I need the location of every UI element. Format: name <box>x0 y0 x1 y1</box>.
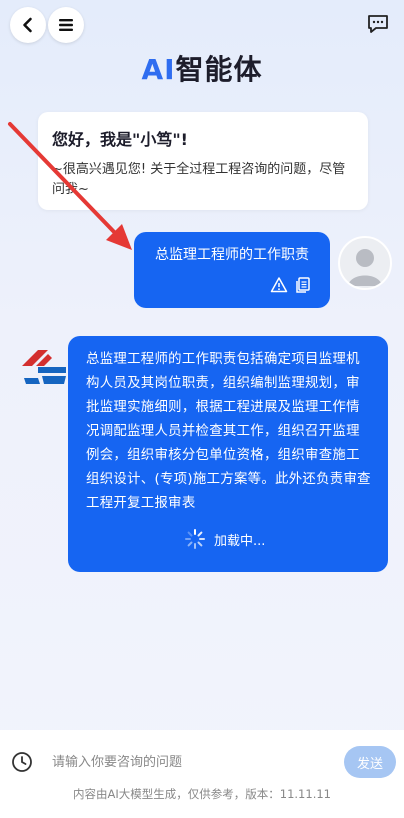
greeting-title: 您好，我是"小笃"! <box>52 130 188 149</box>
hamburger-menu-icon <box>59 19 73 31</box>
bot-avatar <box>18 340 70 392</box>
chevron-left-icon <box>23 17 32 33</box>
history-button[interactable] <box>10 750 34 774</box>
page-title-ai: AI <box>141 53 176 86</box>
user-avatar <box>338 236 392 290</box>
bot-message-bubble: 总监理工程师的工作职责包括确定项目监理机构人员及其岗位职责，组织编制监理规划，审… <box>68 336 388 572</box>
warning-icon[interactable] <box>270 276 288 294</box>
spinner-icon <box>185 529 205 549</box>
chat-bubble-icon <box>368 15 388 33</box>
bot-message-text: 总监理工程师的工作职责包括确定项目监理机构人员及其岗位职责，组织编制监理规划，审… <box>86 352 371 511</box>
greeting-card: 您好，我是"小笃"! ~很高兴遇见您! 关于全过程工程咨询的问题，尽管问我~ <box>38 112 368 210</box>
bot-logo-icon <box>22 350 66 384</box>
loading-text: 加载中... <box>214 533 266 549</box>
question-input[interactable] <box>42 746 338 778</box>
copy-icon[interactable] <box>294 276 312 294</box>
page-title: AI智能体 <box>0 48 404 88</box>
clock-icon <box>12 752 32 772</box>
greeting-body: ~很高兴遇见您! 关于全过程工程咨询的问题，尽管问我~ <box>52 162 346 197</box>
ai-disclaimer: 内容由AI大模型生成，仅供参考，版本：11.11.11 <box>73 787 331 801</box>
message-button[interactable] <box>366 12 390 36</box>
send-button[interactable]: 发送 <box>344 746 396 778</box>
user-message-text: 总监理工程师的工作职责 <box>155 247 309 263</box>
composer-bar: 发送 内容由AI大模型生成，仅供参考，版本：11.11.11 <box>0 730 404 818</box>
person-silhouette-icon <box>348 249 382 286</box>
back-button[interactable] <box>10 7 46 43</box>
loading-indicator: 加载中... <box>184 528 265 550</box>
menu-button[interactable] <box>48 7 84 43</box>
user-message-tools <box>270 276 312 294</box>
page-title-rest: 智能体 <box>175 53 263 86</box>
user-message-bubble: 总监理工程师的工作职责 <box>134 232 330 308</box>
